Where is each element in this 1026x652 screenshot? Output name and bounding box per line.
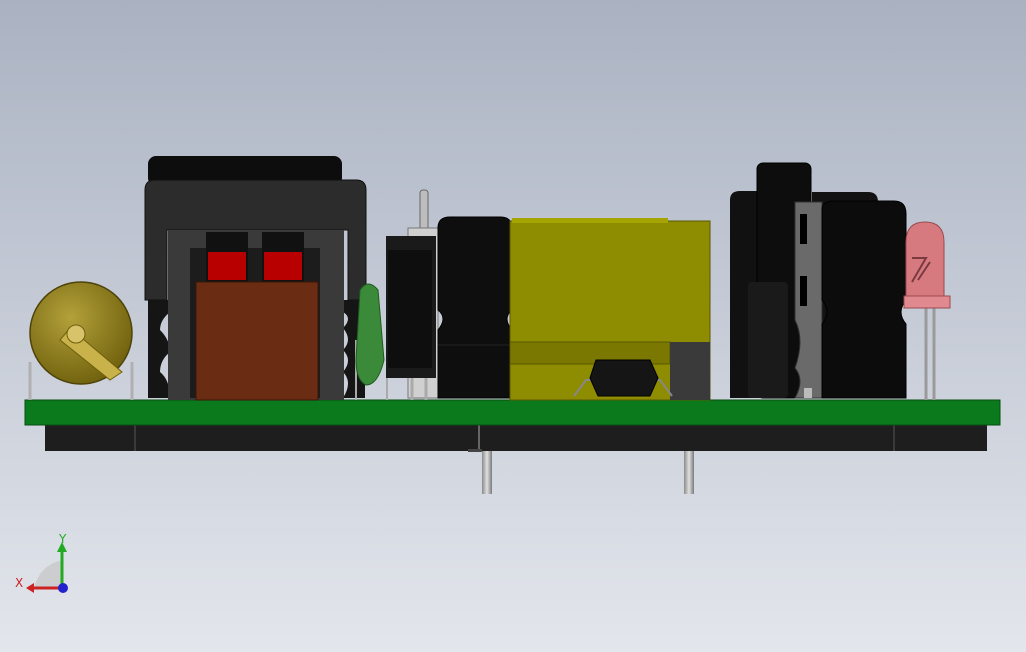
pcb-board [24,399,1001,426]
triad-x-label: X [15,576,24,590]
triad-y-label: Y [59,532,67,546]
common-mode-choke [144,156,367,401]
pcb-model-side-view[interactable] [0,0,1026,652]
bulk-capacitor [437,216,513,399]
cad-viewport[interactable]: X Y [0,0,1026,652]
bottom-housing [45,425,987,452]
pin-right [684,451,694,494]
pin-left [482,451,492,494]
triad-z-axis [58,583,68,593]
